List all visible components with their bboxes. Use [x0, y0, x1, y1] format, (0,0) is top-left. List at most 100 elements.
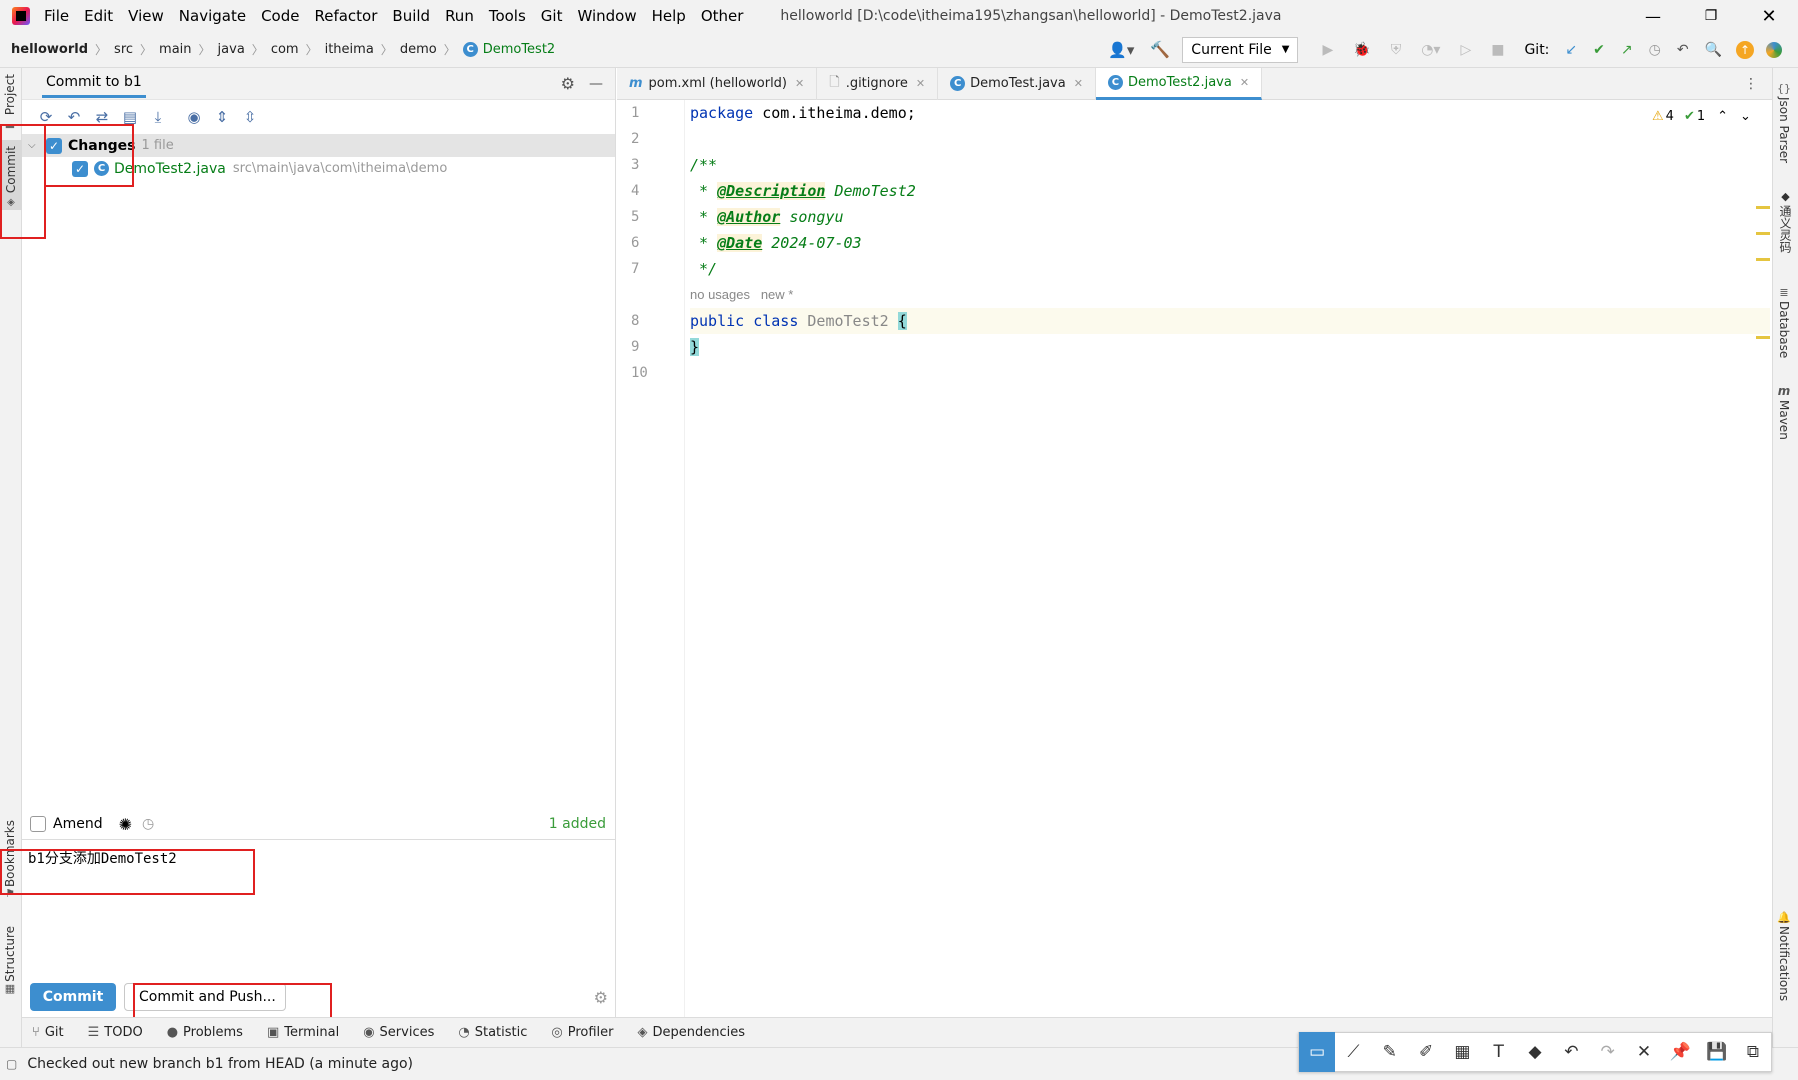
- notifications-tool-button[interactable]: 🔔 Notifications: [1777, 911, 1791, 1001]
- debug-icon[interactable]: 🐞: [1353, 42, 1370, 58]
- run-again-icon[interactable]: ▷: [1460, 42, 1471, 58]
- menu-edit[interactable]: Edit: [84, 7, 113, 25]
- redo-icon[interactable]: ↷: [1590, 1042, 1626, 1062]
- undo-icon[interactable]: ↶: [1553, 1042, 1589, 1062]
- database-tool-button[interactable]: ≣ Database: [1777, 286, 1791, 358]
- eraser-icon[interactable]: ◆: [1517, 1042, 1553, 1062]
- highlighter-icon[interactable]: ✐: [1408, 1042, 1444, 1062]
- warning-stripe[interactable]: [1756, 232, 1770, 235]
- menu-window[interactable]: Window: [577, 7, 636, 25]
- minimize-icon[interactable]: —: [1624, 7, 1682, 26]
- breadcrumb-class[interactable]: DemoTest2: [483, 42, 556, 57]
- close-tab-icon[interactable]: ✕: [795, 77, 804, 90]
- coverage-icon[interactable]: ⛨: [1391, 42, 1402, 58]
- commit-button[interactable]: Commit: [30, 983, 116, 1011]
- menu-refactor[interactable]: Refactor: [314, 7, 377, 25]
- close-icon[interactable]: ✕: [1740, 6, 1798, 27]
- tool-todo[interactable]: ☰ TODO: [88, 1025, 143, 1040]
- tongyi-tool-button[interactable]: ◆ 通义灵码: [1777, 190, 1794, 253]
- breadcrumb-main[interactable]: main: [159, 42, 191, 57]
- menu-git[interactable]: Git: [541, 7, 563, 25]
- search-icon[interactable]: 🔍: [1705, 42, 1722, 58]
- breadcrumb-demo[interactable]: demo: [400, 42, 437, 57]
- git-rollback-icon[interactable]: ↶: [1677, 42, 1689, 58]
- menu-other[interactable]: Other: [701, 7, 744, 25]
- save-icon[interactable]: 💾: [1698, 1042, 1734, 1062]
- git-commit-icon[interactable]: ✔: [1593, 42, 1605, 58]
- menu-help[interactable]: Help: [652, 7, 686, 25]
- pin-icon[interactable]: 📌: [1662, 1042, 1698, 1062]
- menu-code[interactable]: Code: [261, 7, 299, 25]
- user-icon[interactable]: 👤▾: [1108, 41, 1134, 59]
- stop-icon[interactable]: ■: [1491, 42, 1504, 58]
- tool-dependencies[interactable]: ◈ Dependencies: [638, 1025, 746, 1040]
- mosaic-icon[interactable]: ▦: [1444, 1042, 1480, 1062]
- pencil-icon[interactable]: ✎: [1372, 1042, 1408, 1062]
- text-icon[interactable]: T: [1481, 1042, 1517, 1062]
- tool-terminal[interactable]: ▣ Terminal: [267, 1025, 339, 1040]
- settings-gear-icon[interactable]: ⚙: [561, 74, 575, 93]
- tool-services[interactable]: ◉ Services: [363, 1025, 434, 1040]
- code-editor[interactable]: package com.itheima.demo; /** * @Descrip…: [690, 100, 1770, 1017]
- warning-stripe[interactable]: [1756, 258, 1770, 261]
- select-shape-icon[interactable]: ▭: [1299, 1032, 1336, 1072]
- breadcrumb-itheima[interactable]: itheima: [325, 42, 374, 57]
- expand-all-icon[interactable]: ⇕: [208, 108, 236, 126]
- toggle-panels-icon[interactable]: ▢: [6, 1057, 17, 1071]
- line-icon[interactable]: ⟋: [1335, 1042, 1371, 1062]
- plugin-icon[interactable]: [1766, 41, 1782, 58]
- json-parser-tool-button[interactable]: {} Json Parser: [1777, 82, 1791, 163]
- update-icon[interactable]: ↑: [1736, 40, 1754, 59]
- breadcrumb-com[interactable]: com: [271, 42, 299, 57]
- run-icon[interactable]: ▶: [1322, 42, 1333, 58]
- tab-pom-xml[interactable]: m pom.xml (helloworld) ✕: [617, 67, 818, 100]
- tool-git[interactable]: ⑂ Git: [32, 1025, 64, 1040]
- menu-tools[interactable]: Tools: [489, 7, 526, 25]
- hide-panel-icon[interactable]: —: [589, 76, 603, 92]
- breadcrumb-src[interactable]: src: [114, 42, 133, 57]
- next-highlight-icon[interactable]: ⌄: [1740, 109, 1751, 124]
- doc-comment: /**: [690, 156, 718, 174]
- tab-demotest[interactable]: C DemoTest.java ✕: [938, 67, 1096, 100]
- history-icon[interactable]: ◷: [142, 816, 154, 832]
- amend-label[interactable]: Amend: [53, 816, 103, 832]
- copy-icon[interactable]: ⧉: [1735, 1042, 1771, 1062]
- collapse-all-icon[interactable]: ⇳: [236, 108, 264, 126]
- profile-icon[interactable]: ◔▾: [1421, 42, 1440, 58]
- commit-options-gear-icon[interactable]: ⚙: [594, 988, 608, 1007]
- menu-build[interactable]: Build: [392, 7, 430, 25]
- close-tab-icon[interactable]: ✕: [916, 77, 925, 90]
- ai-commit-icon[interactable]: ✺: [119, 815, 132, 834]
- maven-tool-button[interactable]: m Maven: [1777, 384, 1791, 440]
- amend-checkbox[interactable]: [30, 816, 46, 832]
- inspection-widget[interactable]: ⚠ 4 ✔ 1 ⌃ ⌄: [1652, 106, 1751, 126]
- prev-highlight-icon[interactable]: ⌃: [1717, 109, 1728, 124]
- git-history-icon[interactable]: ◷: [1649, 42, 1661, 58]
- breadcrumb-java[interactable]: java: [218, 42, 245, 57]
- tool-profiler[interactable]: ◎ Profiler: [551, 1025, 613, 1040]
- view-options-icon[interactable]: ◉: [180, 108, 208, 126]
- build-hammer-icon[interactable]: 🔨: [1150, 40, 1170, 59]
- git-push-icon[interactable]: ↗: [1621, 42, 1633, 58]
- close-tab-icon[interactable]: ✕: [1240, 76, 1249, 89]
- tabs-menu-icon[interactable]: ⋮: [1744, 76, 1758, 92]
- run-config-select[interactable]: Current File ▼: [1182, 36, 1299, 63]
- restore-icon[interactable]: ❐: [1682, 8, 1740, 24]
- code-vision-hint[interactable]: no usages new *: [690, 282, 1770, 308]
- tab-gitignore[interactable]: 🗋 .gitignore ✕: [817, 67, 939, 100]
- tool-problems[interactable]: ● Problems: [167, 1025, 243, 1040]
- menu-run[interactable]: Run: [445, 7, 474, 25]
- menu-navigate[interactable]: Navigate: [179, 7, 246, 25]
- menu-view[interactable]: View: [128, 7, 164, 25]
- shelve-icon[interactable]: ⤓: [144, 108, 172, 126]
- breadcrumb-project[interactable]: helloworld: [11, 42, 88, 57]
- git-update-icon[interactable]: ↙: [1565, 42, 1577, 58]
- warning-stripe[interactable]: [1756, 206, 1770, 209]
- tool-statistic[interactable]: ◔ Statistic: [458, 1025, 527, 1040]
- tab-demotest2[interactable]: C DemoTest2.java ✕: [1095, 67, 1263, 100]
- warning-stripe[interactable]: [1756, 336, 1770, 339]
- cancel-icon[interactable]: ✕: [1626, 1042, 1662, 1062]
- structure-tool-button[interactable]: Structure ▦: [3, 926, 17, 995]
- close-tab-icon[interactable]: ✕: [1074, 77, 1083, 90]
- menu-file[interactable]: File: [44, 7, 69, 25]
